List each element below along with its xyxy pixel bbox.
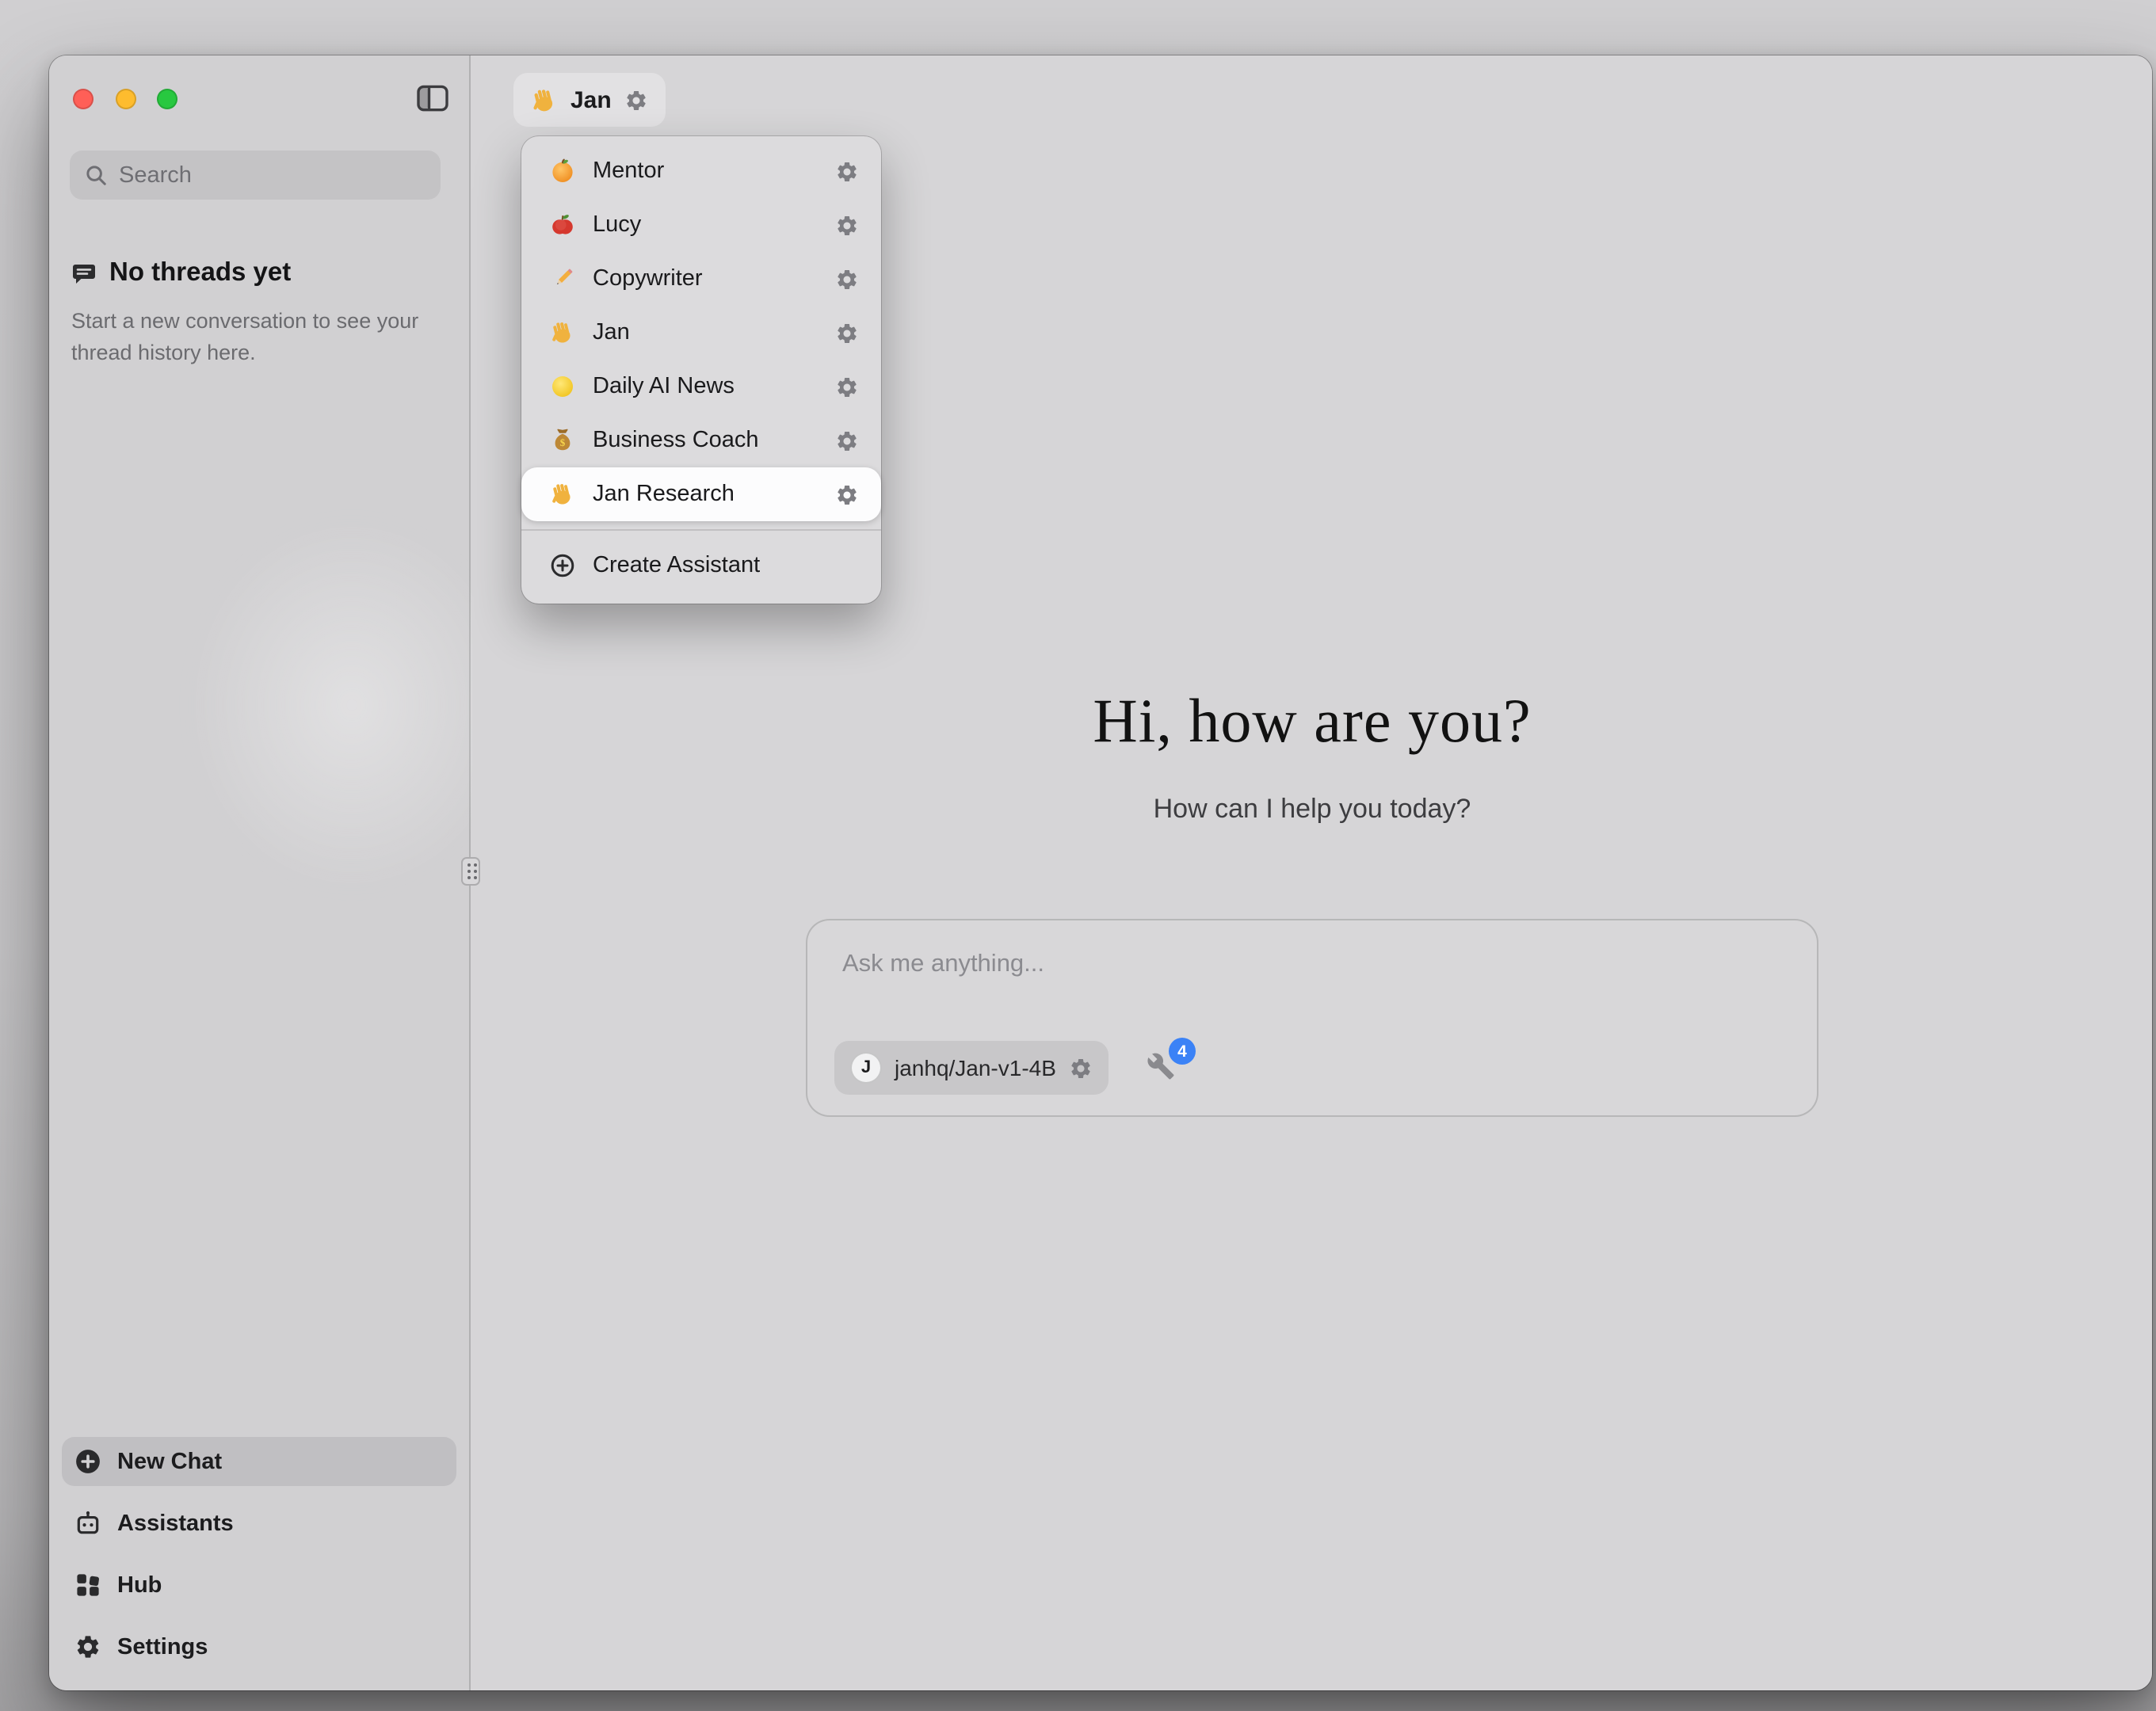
tools-button[interactable]: 4 bbox=[1147, 1052, 1178, 1084]
gear-icon[interactable] bbox=[835, 429, 859, 452]
gear-icon[interactable] bbox=[835, 482, 859, 506]
model-avatar: J bbox=[850, 1052, 882, 1084]
gear-icon[interactable] bbox=[835, 213, 859, 237]
money-bag-icon bbox=[550, 428, 575, 453]
chat-bubble-icon bbox=[71, 261, 97, 286]
plus-circle-outline-icon bbox=[550, 553, 575, 578]
menu-item-label: Mentor bbox=[593, 158, 818, 184]
sidebar-item-settings[interactable]: Settings bbox=[62, 1622, 456, 1671]
search-input[interactable] bbox=[119, 162, 426, 188]
menu-item-label: Lucy bbox=[593, 212, 818, 238]
sidebar-toggle-icon[interactable] bbox=[415, 84, 450, 112]
sidebar-nav: New Chat Assistants Hub Settings bbox=[62, 1437, 456, 1671]
close-button[interactable] bbox=[73, 88, 93, 109]
greeting-title: Hi, how are you? bbox=[472, 686, 2152, 757]
waving-hand-icon bbox=[531, 86, 558, 113]
empty-state-header: No threads yet bbox=[71, 258, 291, 288]
gear-icon[interactable] bbox=[624, 88, 648, 112]
gear-icon[interactable] bbox=[835, 321, 859, 345]
minimize-button[interactable] bbox=[115, 88, 135, 109]
traffic-lights bbox=[73, 88, 177, 109]
sidebar-item-label: Settings bbox=[117, 1634, 208, 1660]
orange-fruit-icon bbox=[550, 158, 575, 184]
desktop: No threads yet Start a new conversation … bbox=[0, 0, 2156, 1711]
search-box[interactable] bbox=[70, 151, 441, 200]
gear-icon[interactable] bbox=[835, 159, 859, 183]
menu-item-label: Jan bbox=[593, 320, 818, 345]
empty-state-title: No threads yet bbox=[109, 258, 291, 288]
assistant-switcher-button[interactable]: Jan bbox=[513, 73, 666, 127]
sidebar-item-label: Assistants bbox=[117, 1511, 234, 1536]
chat-composer: J janhq/Jan-v1-4B 4 bbox=[806, 919, 1818, 1117]
menu-item-copywriter[interactable]: Copywriter bbox=[521, 252, 881, 306]
gear-icon[interactable] bbox=[835, 375, 859, 398]
sidebar-item-label: Hub bbox=[117, 1572, 162, 1598]
menu-divider bbox=[521, 529, 881, 531]
menu-item-mentor[interactable]: Mentor bbox=[521, 144, 881, 198]
zoom-button[interactable] bbox=[157, 88, 177, 109]
sidebar-item-label: New Chat bbox=[117, 1449, 222, 1474]
plus-circle-icon bbox=[74, 1448, 101, 1475]
menu-item-label: Copywriter bbox=[593, 266, 818, 292]
red-apple-icon bbox=[550, 212, 575, 238]
menu-item-label: Business Coach bbox=[593, 428, 818, 453]
waving-hand-icon bbox=[550, 482, 575, 507]
menu-item-daily-ai-news[interactable]: Daily AI News bbox=[521, 360, 881, 413]
search-icon bbox=[84, 163, 108, 187]
hub-grid-icon bbox=[74, 1572, 101, 1599]
main-area: Jan Mentor Lucy Copywriter bbox=[472, 55, 2152, 1690]
tools-count-badge: 4 bbox=[1169, 1038, 1196, 1065]
grip-dots-icon bbox=[467, 863, 470, 867]
menu-item-jan-research[interactable]: Jan Research bbox=[521, 467, 881, 521]
model-selector[interactable]: J janhq/Jan-v1-4B bbox=[834, 1041, 1109, 1095]
pencil-icon bbox=[550, 266, 575, 292]
sidebar: No threads yet Start a new conversation … bbox=[49, 55, 471, 1690]
menu-item-label: Daily AI News bbox=[593, 374, 818, 399]
sidebar-item-assistants[interactable]: Assistants bbox=[62, 1499, 456, 1548]
menu-item-jan[interactable]: Jan bbox=[521, 306, 881, 360]
model-name: janhq/Jan-v1-4B bbox=[895, 1055, 1056, 1080]
menu-item-business-coach[interactable]: Business Coach bbox=[521, 413, 881, 467]
greeting-subtitle: How can I help you today? bbox=[472, 794, 2152, 825]
selected-assistant-label: Jan bbox=[570, 86, 612, 113]
sidebar-item-new-chat[interactable]: New Chat bbox=[62, 1437, 456, 1486]
empty-state-subtitle: Start a new conversation to see your thr… bbox=[71, 306, 429, 369]
menu-item-label: Create Assistant bbox=[593, 553, 859, 578]
composer-toolbar: J janhq/Jan-v1-4B 4 bbox=[834, 1041, 1178, 1095]
sidebar-resize-handle[interactable] bbox=[461, 857, 480, 886]
app-window: No threads yet Start a new conversation … bbox=[49, 55, 2152, 1690]
menu-item-label: Jan Research bbox=[593, 482, 818, 507]
sidebar-blur-blob bbox=[185, 515, 518, 895]
gear-icon bbox=[74, 1633, 101, 1660]
sidebar-item-hub[interactable]: Hub bbox=[62, 1560, 456, 1610]
gear-icon[interactable] bbox=[1069, 1056, 1093, 1080]
menu-item-create-assistant[interactable]: Create Assistant bbox=[521, 539, 881, 593]
waving-hand-icon bbox=[550, 320, 575, 345]
assistant-menu: Mentor Lucy Copywriter Jan bbox=[521, 136, 881, 604]
menu-item-lucy[interactable]: Lucy bbox=[521, 198, 881, 252]
greeting: Hi, how are you? How can I help you toda… bbox=[472, 686, 2152, 825]
yellow-circle-icon bbox=[550, 374, 575, 399]
gear-icon[interactable] bbox=[835, 267, 859, 291]
assistant-icon bbox=[74, 1510, 101, 1537]
chat-input[interactable] bbox=[807, 920, 1817, 1016]
